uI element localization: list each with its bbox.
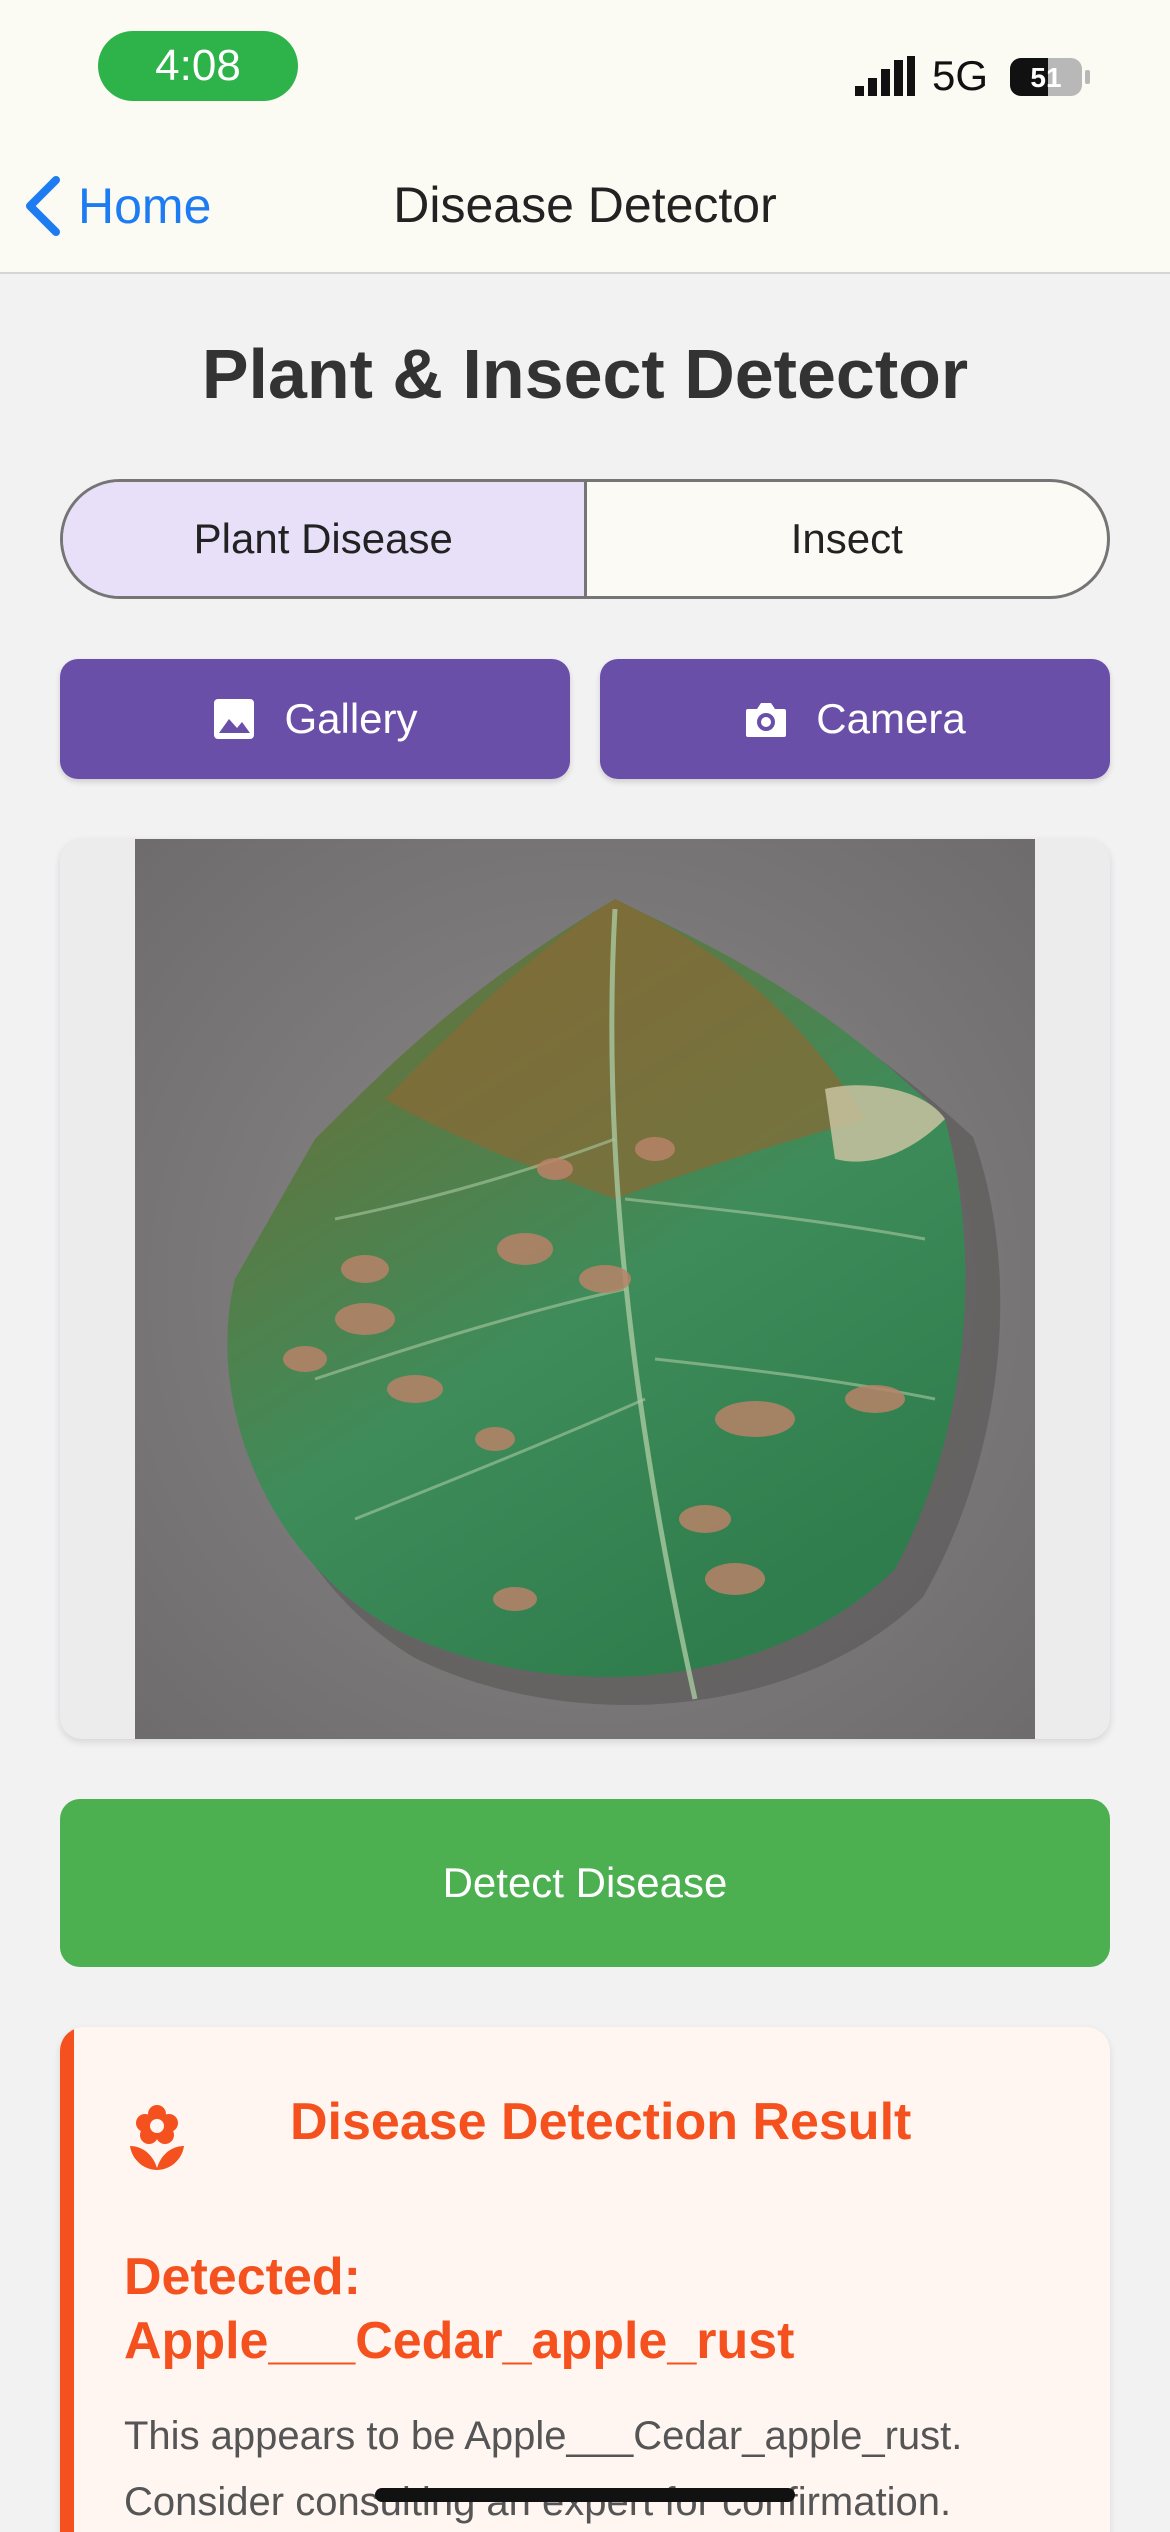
home-indicator [375,2488,795,2502]
status-time: 4:08 [98,31,298,101]
result-accent-bar [60,2027,74,2532]
nav-bar: Home Disease Detector [0,140,1170,274]
battery-level: 51 [1030,62,1061,93]
mode-segmented-control: Plant Disease Insect [60,479,1110,599]
leaf-photo [135,839,1035,1739]
signal-icon [855,56,915,96]
camera-icon [746,703,787,737]
battery-icon: 51 [1010,58,1090,96]
result-description: This appears to be Apple___Cedar_apple_r… [124,2414,963,2524]
result-card: Disease Detection Result Detected: Apple… [60,2027,1110,2532]
camera-label: Camera [816,695,966,742]
detected-prefix: Detected: [124,2248,361,2306]
flower-icon [130,2105,184,2170]
image-icon [214,699,255,739]
camera-button[interactable]: Camera [600,659,1110,779]
result-detected-label: Detected: Apple___Cedar_apple_rust [124,2245,1064,2373]
gallery-button[interactable]: Gallery [60,659,570,779]
status-bar: 4:08 5G 51 [0,0,1170,140]
gallery-label: Gallery [284,695,418,742]
detect-disease-button[interactable]: Detect Disease [60,1799,1110,1967]
result-title: Disease Detection Result [290,2093,912,2151]
segment-plant-disease[interactable]: Plant Disease [63,482,587,596]
segment-insect[interactable]: Insect [587,482,1108,596]
detected-disease-name: Apple___Cedar_apple_rust [124,2312,795,2370]
nav-title: Disease Detector [393,177,777,233]
page-title: Plant & Insect Detector [201,335,969,413]
network-type: 5G [932,52,989,99]
image-preview-card [60,839,1110,1739]
